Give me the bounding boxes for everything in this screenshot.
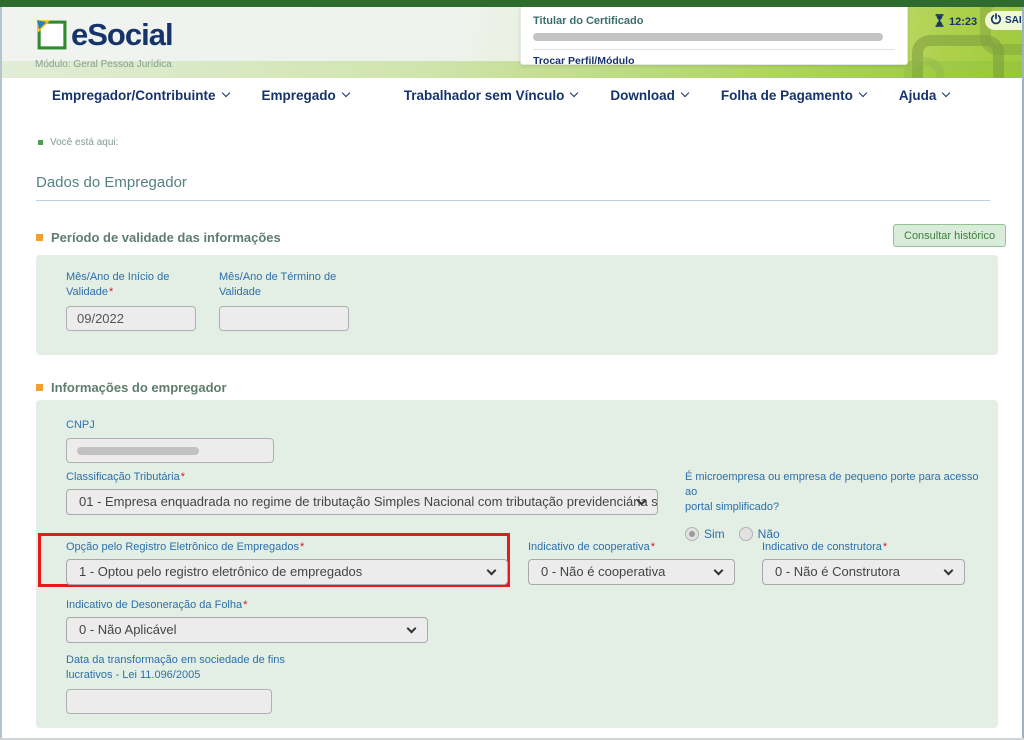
- required-asterisk: *: [300, 541, 304, 553]
- bullet-icon: [38, 140, 43, 145]
- cooperative-select[interactable]: 0 - Não é cooperativa: [528, 559, 735, 585]
- breadcrumb-label: Você está aqui:: [50, 137, 118, 148]
- chevron-down-icon: [570, 89, 578, 97]
- chevron-down-icon: [342, 89, 350, 97]
- chevron-down-icon: [681, 89, 689, 97]
- validity-section-title: Período de validade das informações: [51, 230, 281, 245]
- chevron-down-icon: [221, 89, 229, 97]
- redacted-value-bar: [533, 33, 883, 41]
- nav-trabalhador-sem-vinculo[interactable]: Trabalhador sem Vínculo: [404, 88, 578, 103]
- micro-company-question: É microempresa ou empresa de pequeno por…: [685, 470, 985, 515]
- nav-ajuda[interactable]: Ajuda: [899, 88, 950, 103]
- required-asterisk: *: [883, 541, 887, 553]
- transformation-date-label: Data da transformação em sociedade de fi…: [66, 653, 285, 683]
- start-validity-input[interactable]: [66, 306, 196, 331]
- chevron-down-icon: [942, 89, 950, 97]
- end-validity-label: Mês/Ano de Término de Validade: [219, 270, 359, 300]
- required-asterisk: *: [109, 286, 113, 298]
- consult-history-button[interactable]: Consultar histórico: [893, 224, 1006, 247]
- start-validity-label: Mês/Ano de Início de Validade*: [66, 270, 201, 300]
- change-profile-link[interactable]: Trocar Perfil/Módulo: [533, 55, 635, 67]
- radio-sim[interactable]: [685, 527, 699, 541]
- nav-label: Trabalhador sem Vínculo: [404, 88, 565, 103]
- module-label: Módulo: Geral Pessoa Jurídica: [35, 59, 173, 70]
- tax-classification-select[interactable]: 01 - Empresa enquadrada no regime de tri…: [66, 489, 658, 515]
- brand-logo: eSocial Módulo: Geral Pessoa Jurídica: [35, 18, 173, 70]
- validity-section-header: Período de validade das informações: [36, 230, 281, 245]
- required-asterisk: *: [181, 471, 185, 483]
- nav-label: Ajuda: [899, 88, 937, 103]
- validity-panel: Mês/Ano de Início de Validade* Mês/Ano d…: [36, 255, 998, 355]
- nav-folha-de-pagamento[interactable]: Folha de Pagamento: [721, 88, 866, 103]
- employer-section-header: Informações do empregador: [36, 380, 227, 395]
- logout-label: SAIR: [1005, 15, 1022, 26]
- breadcrumb: Você está aqui:: [38, 137, 118, 148]
- selected-option: 0 - Não Aplicável: [79, 622, 177, 637]
- certificate-box: Titular do Certificado Trocar Perfil/Mód…: [520, 7, 908, 65]
- payroll-exemption-select[interactable]: 0 - Não Aplicável: [66, 617, 428, 643]
- header: eSocial Módulo: Geral Pessoa Jurídica Ti…: [2, 7, 1022, 78]
- chevron-down-icon: [714, 566, 724, 576]
- employer-section-title: Informações do empregador: [51, 380, 227, 395]
- required-asterisk: *: [651, 541, 655, 553]
- tax-classification-label: Classificação Tributária*: [66, 470, 658, 485]
- chevron-down-icon: [859, 89, 867, 97]
- chevron-down-icon: [487, 566, 497, 576]
- power-icon: [990, 13, 1002, 28]
- top-green-strip: [0, 0, 1024, 7]
- bullet-icon: [36, 234, 43, 241]
- radio-nao[interactable]: [739, 527, 753, 541]
- electronic-registry-select[interactable]: 1 - Optou pelo registro eletrônico de em…: [66, 559, 508, 585]
- chevron-down-icon: [407, 624, 417, 634]
- page-title: Dados do Empregador: [36, 174, 990, 201]
- nav-download[interactable]: Download: [610, 88, 688, 103]
- cnpj-input[interactable]: [66, 438, 274, 463]
- radio-nao-label: Não: [758, 527, 780, 541]
- certificate-title: Titular do Certificado: [533, 15, 895, 27]
- nav-empregador-contribuinte[interactable]: Empregador/Contribuinte: [52, 88, 229, 103]
- cooperative-label: Indicativo de cooperativa*: [528, 540, 735, 555]
- session-time-value: 12:23: [949, 16, 977, 28]
- nav-empregado[interactable]: Empregado: [262, 88, 349, 103]
- end-validity-input[interactable]: [219, 306, 349, 331]
- page-left-border: [0, 7, 2, 740]
- nav-label: Download: [610, 88, 675, 103]
- selected-option: 0 - Não é Construtora: [775, 564, 900, 579]
- construction-select[interactable]: 0 - Não é Construtora: [762, 559, 965, 585]
- document-icon: [35, 18, 68, 56]
- logout-button[interactable]: SAIR: [985, 11, 1022, 30]
- radio-sim-label: Sim: [704, 527, 725, 541]
- divider: [533, 49, 895, 50]
- hourglass-icon: [934, 14, 945, 30]
- redacted-value-bar: [77, 447, 199, 455]
- selected-option: 01 - Empresa enquadrada no regime de tri…: [79, 494, 658, 509]
- bullet-icon: [36, 384, 43, 391]
- transformation-date-input[interactable]: [66, 689, 272, 714]
- main-nav: Empregador/Contribuinte Empregado Trabal…: [2, 78, 1022, 112]
- selected-option: 0 - Não é cooperativa: [541, 564, 665, 579]
- nav-label: Folha de Pagamento: [721, 88, 853, 103]
- construction-label: Indicativo de construtora*: [762, 540, 965, 555]
- nav-label: Empregador/Contribuinte: [52, 88, 216, 103]
- chevron-down-icon: [944, 566, 954, 576]
- nav-label: Empregado: [262, 88, 336, 103]
- selected-option: 1 - Optou pelo registro eletrônico de em…: [79, 564, 362, 579]
- esocial-page: eSocial Módulo: Geral Pessoa Jurídica Ti…: [0, 0, 1024, 740]
- logo-text: eSocial: [71, 18, 173, 52]
- electronic-registry-label: Opção pelo Registro Eletrônico de Empreg…: [66, 540, 508, 555]
- session-timer: 12:23: [934, 14, 977, 30]
- required-asterisk: *: [243, 599, 247, 611]
- employer-panel: CNPJ Classificação Tributária* 01 - Empr…: [36, 400, 998, 728]
- cnpj-label: CNPJ: [66, 418, 274, 433]
- payroll-exemption-label: Indicativo de Desoneração da Folha*: [66, 598, 428, 613]
